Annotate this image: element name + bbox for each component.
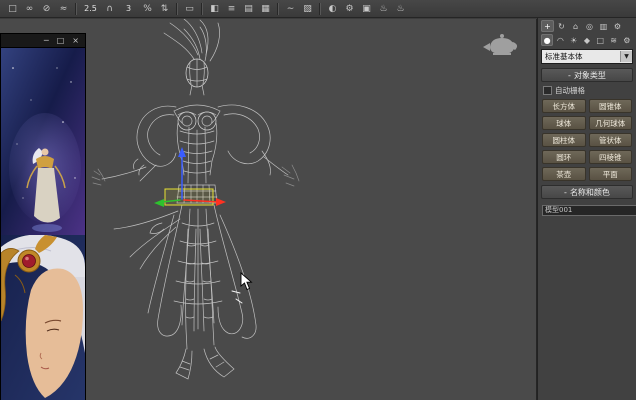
teapot-icon: [483, 34, 517, 55]
category-lights-icon[interactable]: ☀: [568, 34, 580, 46]
primitive-buttons: 长方体 圆锥体 球体 几何球体 圆柱体 管状体 圆环 四棱锥 茶壶 平面: [542, 99, 632, 181]
toolbar-divider: [319, 3, 321, 15]
mouse-cursor: [240, 272, 253, 291]
maximize-icon[interactable]: □: [57, 37, 65, 45]
teapot-button[interactable]: 茶壶: [542, 167, 586, 181]
tab-modify[interactable]: ↻: [555, 20, 568, 32]
select-object-icon[interactable]: □: [5, 1, 20, 16]
align-icon[interactable]: ≡: [224, 1, 239, 16]
toolbar-divider: [75, 3, 77, 15]
command-panel-tabs: + ↻ ⌂ ◎ ▥ ⚙: [541, 20, 633, 32]
toolbar-divider: [277, 3, 279, 15]
snap-value-dropdown[interactable]: 2.5: [81, 1, 100, 16]
tab-display[interactable]: ▥: [597, 20, 610, 32]
named-selection-icon[interactable]: ▭: [182, 1, 197, 16]
name-color-title: 名称和颜色: [570, 187, 610, 198]
bind-to-spacewarp-icon[interactable]: ≈: [56, 1, 71, 16]
autogrid-row: 自动栅格: [543, 85, 631, 96]
torus-button[interactable]: 圆环: [542, 150, 586, 164]
toolbar-divider: [201, 3, 203, 15]
ribbon-toggle-icon[interactable]: ▦: [258, 1, 273, 16]
move-gizmo[interactable]: [154, 147, 226, 207]
tab-hierarchy[interactable]: ⌂: [569, 20, 582, 32]
toolbar-divider: [176, 3, 178, 15]
tab-motion[interactable]: ◎: [583, 20, 596, 32]
snap-magnet-icon[interactable]: ∩: [102, 1, 117, 16]
reference-window-titlebar[interactable]: ─ □ ×: [1, 34, 85, 48]
max-application-window: { "titlebar": { "minimize": "─", "maximi…: [0, 0, 636, 400]
main-toolbar: □ ∞ ⊘ ≈ 2.5 ∩ 3 % ⇅ ▭ ◧ ≡ ▤ ▦ ∼ ▧ ◐ ⚙ ▣ …: [0, 0, 636, 18]
material-editor-icon[interactable]: ◐: [325, 1, 340, 16]
create-category-row: ● ◠ ☀ ◆ □ ≋ ⚙: [541, 34, 633, 46]
chevron-down-icon[interactable]: ▼: [620, 51, 632, 62]
object-type-rollout-header[interactable]: - 对象类型: [541, 68, 633, 82]
tab-create[interactable]: +: [541, 20, 554, 32]
render-production-icon[interactable]: ♨: [376, 1, 391, 16]
category-cameras-icon[interactable]: ◆: [581, 34, 593, 46]
minimize-icon[interactable]: ─: [44, 37, 49, 45]
schematic-view-icon[interactable]: ▧: [300, 1, 315, 16]
primitive-type-value: 标准基本体: [545, 51, 583, 62]
tab-utilities[interactable]: ⚙: [611, 20, 624, 32]
object-type-title: 对象类型: [574, 70, 606, 81]
collapse-icon: -: [564, 188, 567, 197]
rendered-frame-icon[interactable]: ▣: [359, 1, 374, 16]
cylinder-button[interactable]: 圆柱体: [542, 133, 586, 147]
category-geometry-icon[interactable]: ●: [541, 34, 553, 46]
gizmo-y-arrowhead: [154, 199, 164, 207]
select-and-link-icon[interactable]: ∞: [22, 1, 37, 16]
layer-manager-icon[interactable]: ▤: [241, 1, 256, 16]
reference-image-window[interactable]: ─ □ ×: [0, 33, 86, 400]
cone-button[interactable]: 圆锥体: [589, 99, 633, 113]
autogrid-label: 自动栅格: [555, 85, 585, 96]
autogrid-checkbox[interactable]: [543, 86, 552, 95]
close-icon[interactable]: ×: [72, 37, 79, 45]
geosphere-button[interactable]: 几何球体: [589, 116, 633, 130]
gizmo-plane-handle[interactable]: [165, 189, 213, 205]
unlink-selection-icon[interactable]: ⊘: [39, 1, 54, 16]
render-iterative-icon[interactable]: ♨: [393, 1, 408, 16]
tube-button[interactable]: 管状体: [589, 133, 633, 147]
category-systems-icon[interactable]: ⚙: [621, 34, 633, 46]
box-button[interactable]: 长方体: [542, 99, 586, 113]
name-color-row: [542, 203, 632, 217]
command-panel: + ↻ ⌂ ◎ ▥ ⚙ ● ◠ ☀ ◆ □ ≋ ⚙ 标准基本体 ▼ - 对象类型…: [537, 18, 636, 400]
collapse-icon: -: [568, 71, 571, 80]
character-face-art: [1, 235, 85, 400]
gizmo-x-arrowhead: [216, 198, 226, 206]
render-setup-icon[interactable]: ⚙: [342, 1, 357, 16]
spinner-snap-icon[interactable]: ⇅: [157, 1, 172, 16]
character-splash-art: [1, 48, 85, 235]
name-color-rollout-header[interactable]: - 名称和颜色: [541, 185, 633, 199]
angle-snap-value[interactable]: 3: [119, 1, 138, 16]
percent-snap-icon[interactable]: %: [140, 1, 155, 16]
category-shapes-icon[interactable]: ◠: [554, 34, 566, 46]
sphere-button[interactable]: 球体: [542, 116, 586, 130]
category-spacewarps-icon[interactable]: ≋: [607, 34, 619, 46]
plane-button[interactable]: 平面: [589, 167, 633, 181]
viewport-overlay: [86, 19, 537, 400]
object-name-input[interactable]: [542, 205, 636, 216]
mirror-icon[interactable]: ◧: [207, 1, 222, 16]
primitive-type-dropdown[interactable]: 标准基本体 ▼: [541, 49, 633, 64]
pyramid-button[interactable]: 四棱锥: [589, 150, 633, 164]
curve-editor-icon[interactable]: ∼: [283, 1, 298, 16]
category-helpers-icon[interactable]: □: [594, 34, 606, 46]
